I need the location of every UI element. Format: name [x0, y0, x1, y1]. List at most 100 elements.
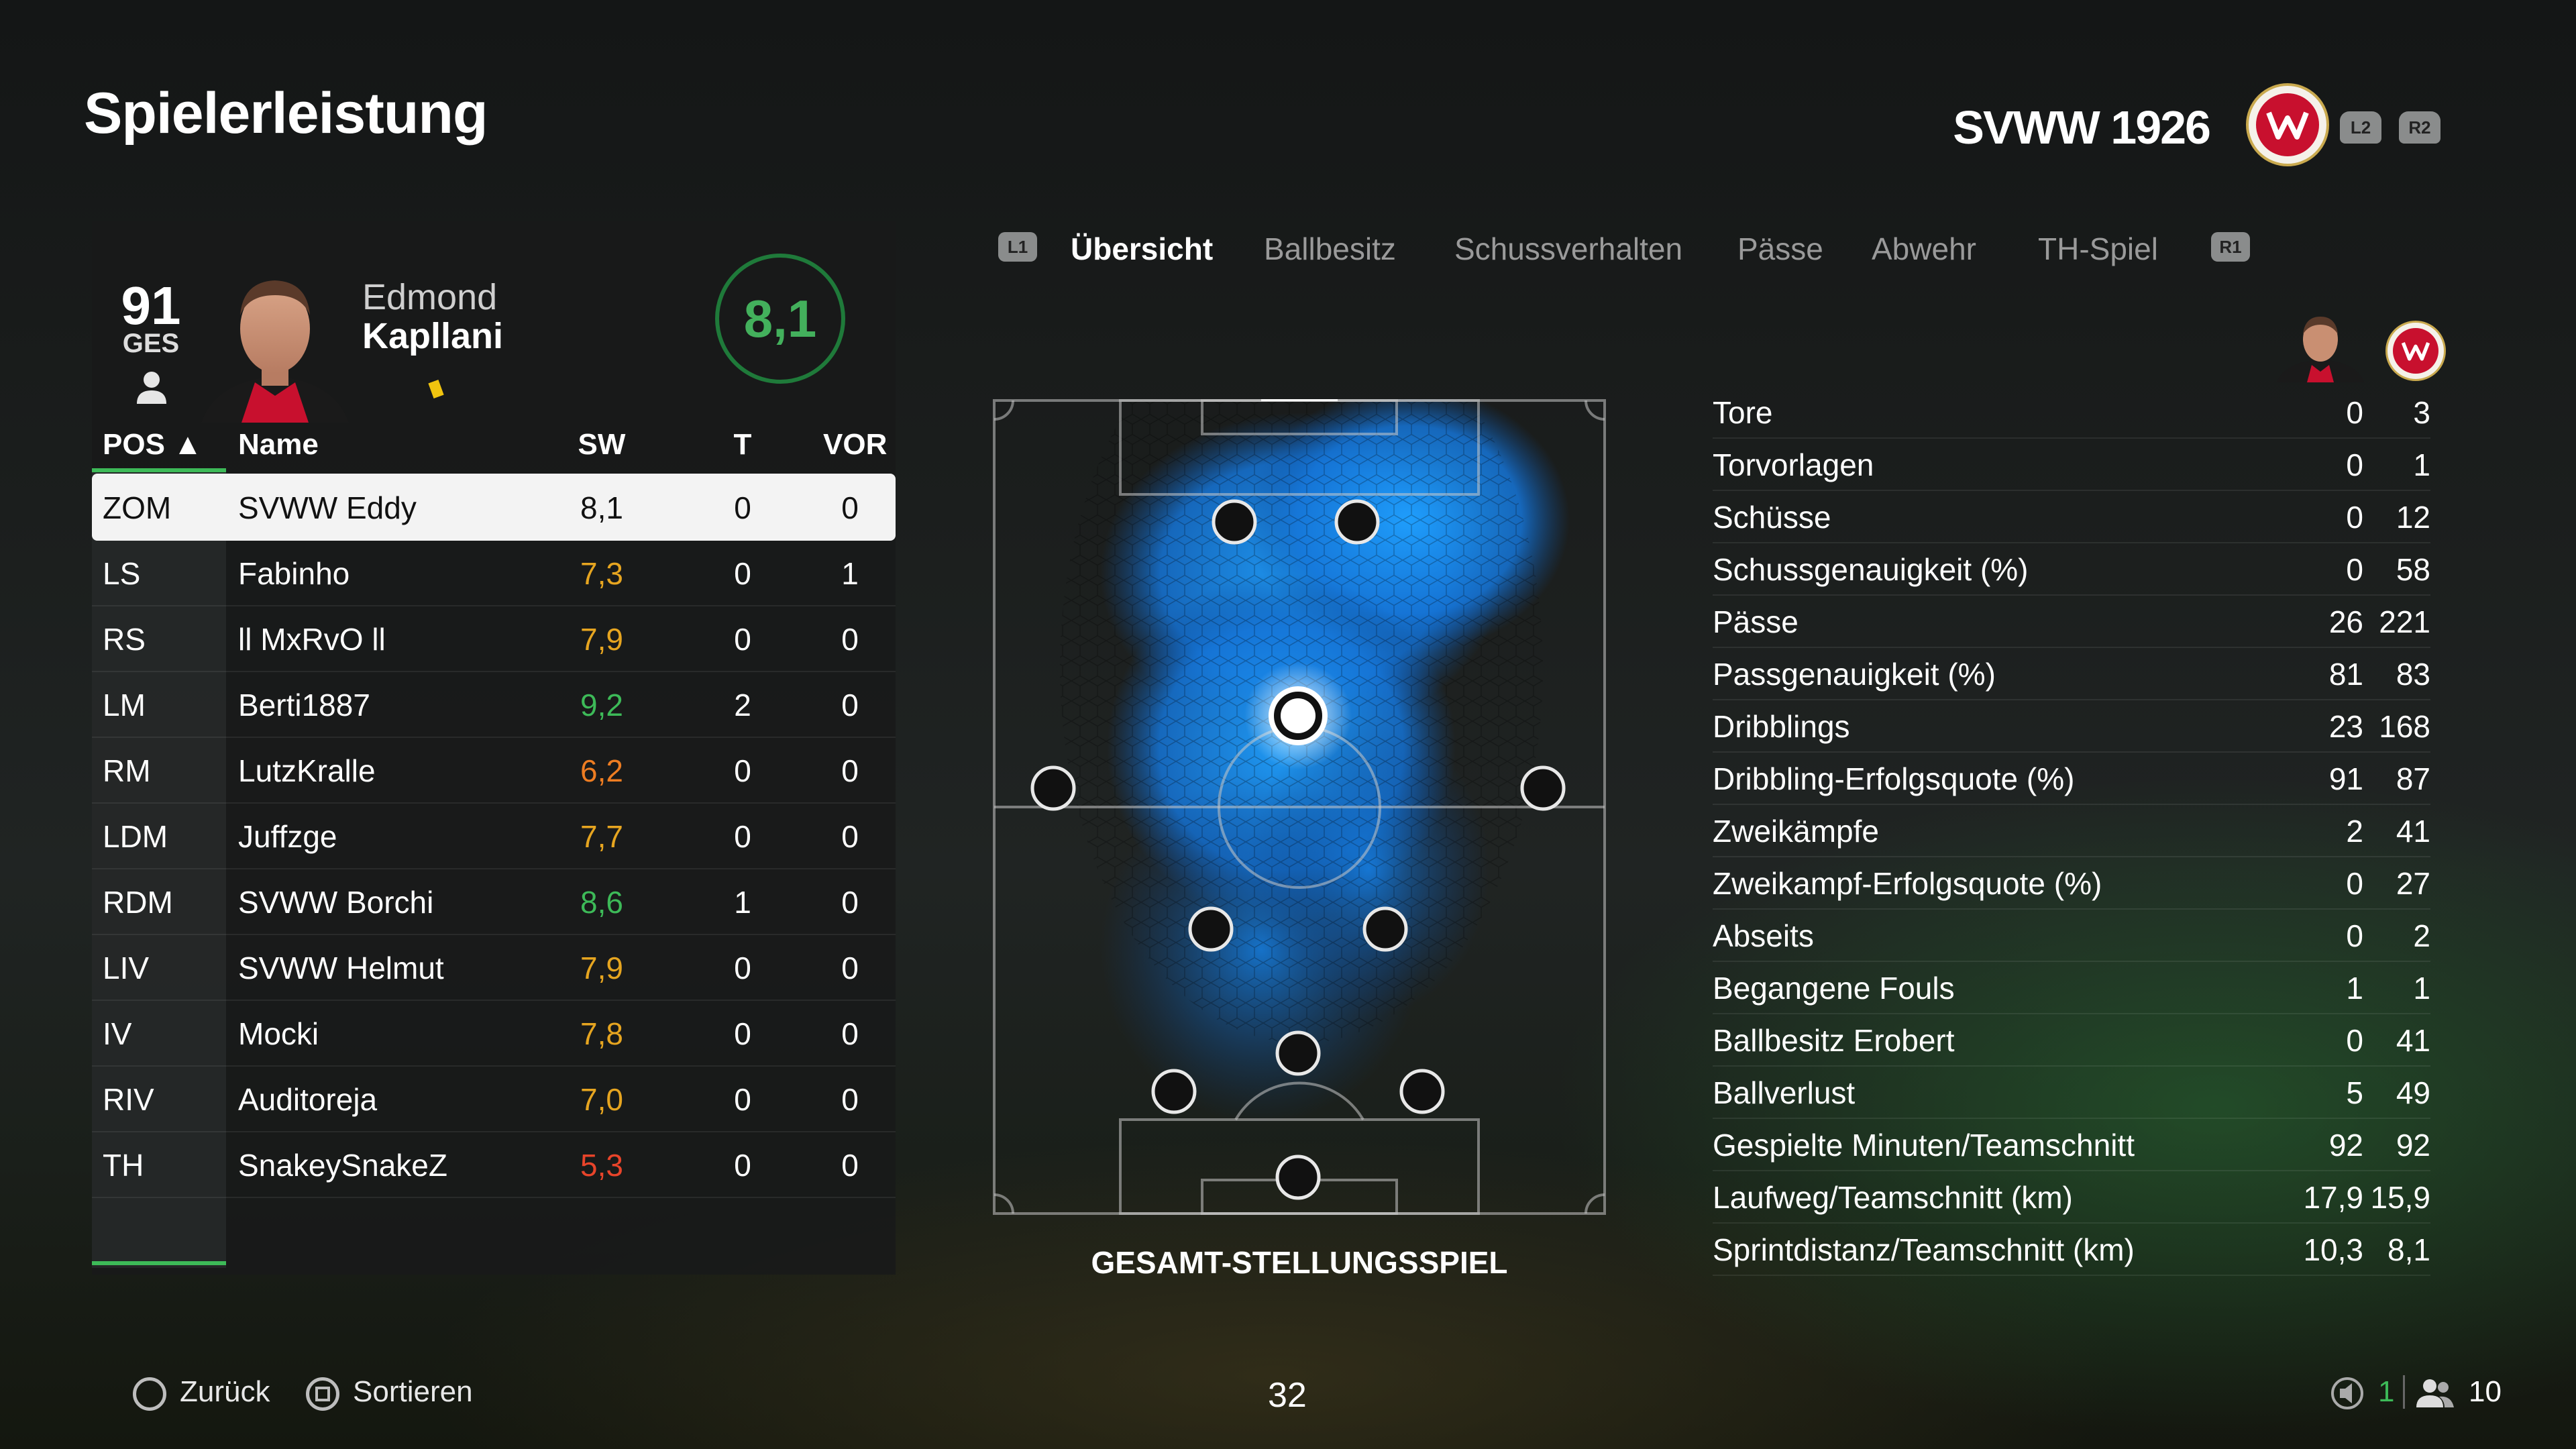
stat-player-value: 0: [2346, 552, 2363, 587]
table-row[interactable]: RM LutzKralle 6,2 0 0: [92, 737, 896, 804]
row-position: LDM: [103, 819, 168, 854]
stat-player-value: 1: [2346, 971, 2363, 1006]
row-player-name: Fabinho: [238, 556, 350, 591]
table-row[interactable]: RS ll MxRvO ll 7,9 0 0: [92, 605, 896, 672]
table-row[interactable]: TH SnakeySnakeZ 5,3 0 0: [92, 1131, 896, 1198]
player-overall: 91: [121, 276, 181, 335]
row-player-name: SVWW Borchi: [238, 885, 434, 920]
table-row[interactable]: LIV SVWW Helmut 7,9 0 0: [92, 934, 896, 1001]
table-row[interactable]: ZOM SVWW Eddy 8,1 0 0: [92, 474, 896, 541]
row-position: LIV: [103, 951, 150, 985]
row-goals: 2: [734, 688, 751, 722]
position-marker-th: [1275, 1155, 1321, 1200]
tab-paesse[interactable]: Pässe: [1737, 231, 1823, 267]
row-assists: 0: [841, 819, 859, 854]
table-row[interactable]: LDM Juffzge 7,7 0 0: [92, 802, 896, 869]
stat-row: Torvorlagen 0 1: [1713, 437, 2430, 491]
pitch-caption: GESAMT-STELLUNGSSPIEL: [1091, 1245, 1508, 1280]
row-player-name: SVWW Helmut: [238, 951, 444, 985]
stat-label: Ballbesitz Erobert: [1713, 1023, 1955, 1058]
player-overall-label: GES: [122, 329, 180, 358]
stat-team-value: 168: [2379, 709, 2430, 744]
stat-row: Sprintdistanz/Teamschnitt (km) 10,3 8,1: [1713, 1222, 2430, 1276]
tab-schussverhalten[interactable]: Schussverhalten: [1454, 231, 1682, 267]
l2-button-icon[interactable]: L2: [2340, 111, 2381, 144]
table-row[interactable]: RDM SVWW Borchi 8,6 1 0: [92, 868, 896, 935]
stat-row: Ballverlust 5 49: [1713, 1065, 2430, 1119]
row-rating: 7,8: [580, 1016, 623, 1051]
back-label[interactable]: Zurück: [180, 1375, 270, 1409]
row-position: RS: [103, 622, 146, 657]
stat-row: Laufweg/Teamschnitt (km) 17,9 15,9: [1713, 1170, 2430, 1224]
square-button-icon[interactable]: [306, 1377, 339, 1411]
stat-row: Pässe 26 221: [1713, 594, 2430, 648]
row-goals: 0: [734, 1082, 751, 1117]
row-goals: 0: [734, 622, 751, 657]
stat-team-value: 12: [2396, 500, 2430, 535]
stat-team-value: 27: [2396, 866, 2430, 901]
stat-label: Dribbling-Erfolgsquote (%): [1713, 761, 2075, 796]
stat-team-value: 49: [2396, 1075, 2430, 1110]
row-position: TH: [103, 1148, 144, 1183]
row-player-name: LutzKralle: [238, 753, 376, 788]
position-marker-rm: [1520, 765, 1566, 811]
team-mini-crest-logo: [2385, 321, 2446, 381]
tab-uebersicht[interactable]: Übersicht: [1071, 231, 1213, 267]
row-position: LS: [103, 556, 141, 591]
tab-th-spiel[interactable]: TH-Spiel: [2038, 231, 2158, 267]
column-header-name[interactable]: Name: [238, 428, 319, 462]
position-marker-riv: [1399, 1069, 1445, 1114]
stat-player-value: 0: [2346, 1023, 2363, 1058]
stat-label: Sprintdistanz/Teamschnitt (km): [1713, 1232, 2135, 1267]
row-goals: 0: [734, 556, 751, 591]
stat-player-value: 81: [2328, 657, 2363, 692]
table-row[interactable]: IV Mocki 7,8 0 0: [92, 1000, 896, 1067]
sort-label[interactable]: Sortieren: [353, 1375, 473, 1409]
row-rating: 9,2: [580, 688, 623, 722]
stat-label: Ballverlust: [1713, 1075, 1856, 1110]
stat-label: Schussgenauigkeit (%): [1713, 552, 2029, 587]
row-player-name: Mocki: [238, 1016, 319, 1051]
row-assists: 0: [841, 622, 859, 657]
row-assists: 0: [841, 951, 859, 985]
row-rating: 7,7: [580, 819, 623, 854]
tab-abwehr[interactable]: Abwehr: [1872, 231, 1976, 267]
stat-row: Zweikampf-Erfolgsquote (%) 0 27: [1713, 856, 2430, 910]
row-player-name: ll MxRvO ll: [238, 622, 386, 657]
footer-divider: [2403, 1375, 2405, 1409]
stat-team-value: 92: [2396, 1128, 2430, 1163]
row-rating: 8,6: [580, 885, 623, 920]
row-assists: 0: [841, 1148, 859, 1183]
r1-button-icon[interactable]: R1: [2211, 232, 2250, 262]
row-position: ZOM: [103, 490, 172, 525]
stat-row: Schussgenauigkeit (%) 0 58: [1713, 542, 2430, 596]
circle-button-icon[interactable]: [133, 1377, 166, 1411]
table-row[interactable]: LS Fabinho 7,3 0 1: [92, 539, 896, 606]
stat-team-value: 1: [2413, 971, 2430, 1006]
position-marker-rs: [1334, 499, 1380, 545]
table-row[interactable]: RIV Auditoreja 7,0 0 0: [92, 1065, 896, 1132]
column-header-pos[interactable]: POS ▲: [103, 428, 203, 462]
l1-button-icon[interactable]: L1: [998, 232, 1037, 262]
tab-ballbesitz[interactable]: Ballbesitz: [1264, 231, 1396, 267]
r2-button-icon[interactable]: R2: [2399, 111, 2440, 144]
stat-player-value: 26: [2328, 604, 2363, 639]
stat-player-value: 23: [2328, 709, 2363, 744]
player-mini-portrait: [2277, 317, 2364, 382]
stat-label: Schüsse: [1713, 500, 1831, 535]
position-marker-zom-center: [1281, 698, 1316, 733]
player-count: 10: [2469, 1375, 2502, 1408]
stat-row: Dribbling-Erfolgsquote (%) 91 87: [1713, 751, 2430, 805]
stat-team-value: 221: [2379, 604, 2430, 639]
stat-team-value: 15,9: [2370, 1180, 2430, 1215]
stat-player-value: 0: [2346, 395, 2363, 430]
stat-player-value: 0: [2346, 866, 2363, 901]
column-header-vor[interactable]: VOR: [823, 428, 887, 462]
row-rating: 7,9: [580, 622, 623, 657]
row-goals: 0: [734, 490, 751, 525]
table-row[interactable]: LM Berti1887 9,2 2 0: [92, 671, 896, 738]
stat-player-value: 10,3: [2303, 1232, 2363, 1267]
row-goals: 0: [734, 819, 751, 854]
column-header-sw[interactable]: SW: [561, 428, 642, 462]
column-header-t[interactable]: T: [716, 428, 769, 462]
